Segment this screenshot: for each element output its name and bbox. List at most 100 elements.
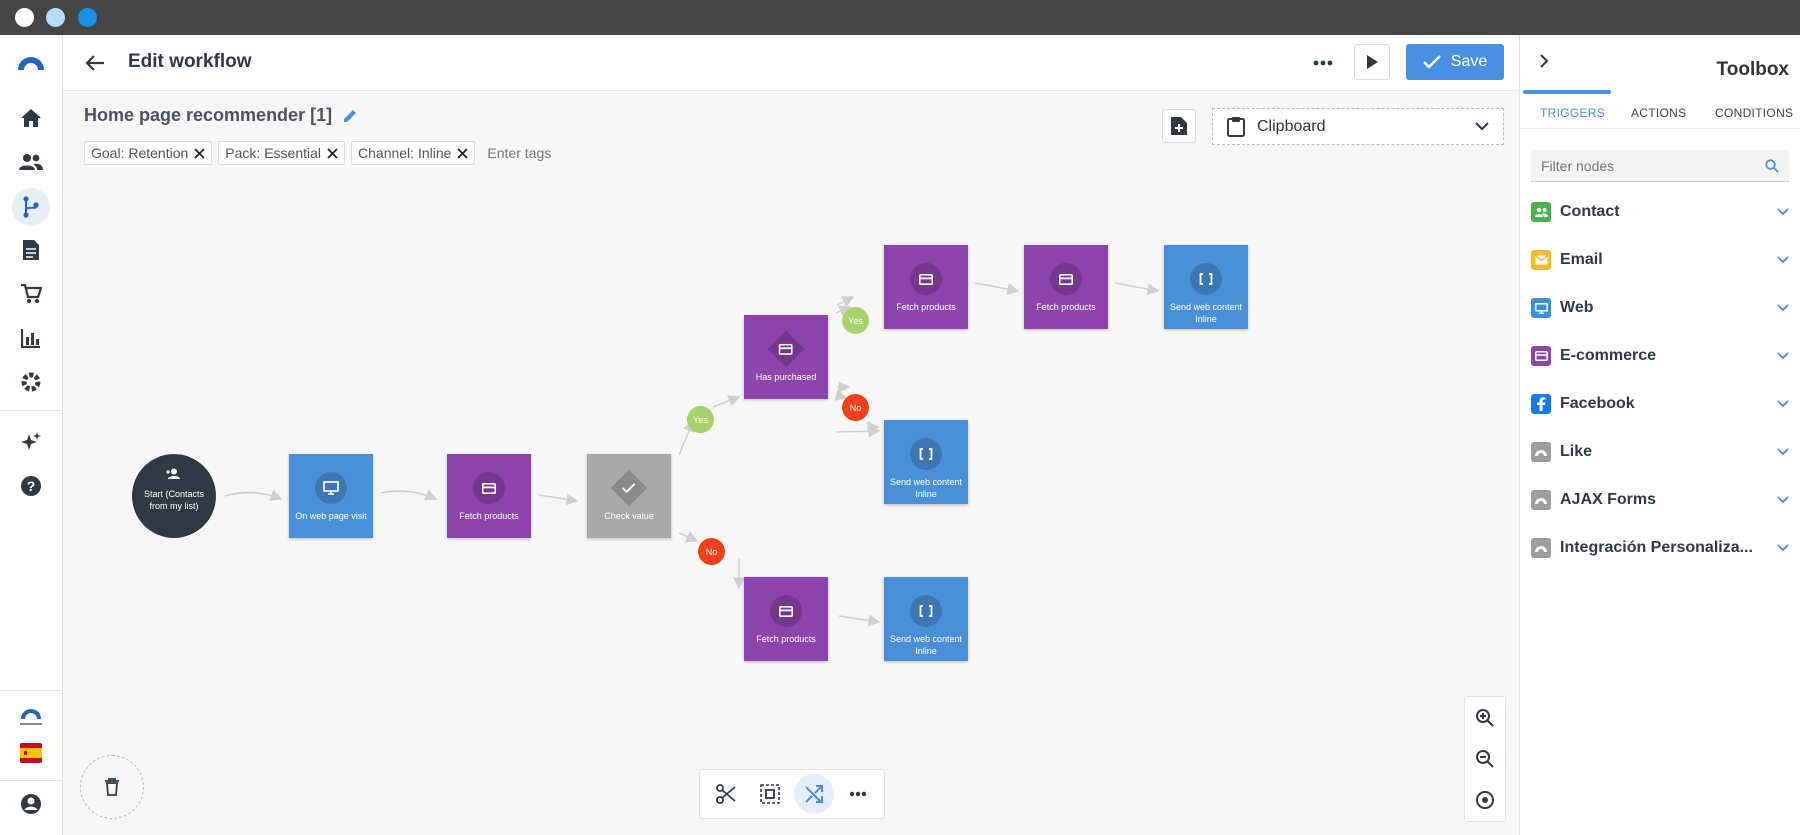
- filter-nodes-field[interactable]: [1531, 150, 1789, 182]
- facebook-icon: [1531, 394, 1551, 414]
- chevron-down-icon: [1777, 256, 1789, 264]
- branch-no-badge[interactable]: No: [842, 394, 869, 421]
- help-icon[interactable]: ?: [16, 471, 46, 501]
- chevron-down-icon: [1777, 448, 1789, 456]
- center-focus-icon[interactable]: [1465, 779, 1505, 820]
- filter-nodes-input[interactable]: [1541, 157, 1741, 174]
- window-close-dot[interactable]: [15, 8, 34, 27]
- branch-yes-badge[interactable]: Yes: [687, 406, 714, 433]
- window-minimize-dot[interactable]: [46, 8, 65, 27]
- node-fetch-products-1[interactable]: Fetch products: [447, 454, 531, 538]
- monitor-icon: [1531, 298, 1551, 318]
- workflow-canvas[interactable]: Home page recommender [1] Goal: Retentio…: [63, 91, 1519, 835]
- node-fetch-products-4[interactable]: Fetch products: [744, 577, 828, 661]
- node-send-web-content-3[interactable]: Send web content Inline: [884, 577, 968, 661]
- scissors-icon[interactable]: [706, 774, 746, 814]
- category-integracion[interactable]: Integración Personaliza...: [1531, 534, 1789, 562]
- arc-logo-icon: [1531, 490, 1551, 510]
- node-label: Fetch products: [459, 511, 519, 521]
- category-like[interactable]: Like: [1531, 438, 1789, 466]
- chevron-down-icon: [1777, 304, 1789, 312]
- card-icon: [473, 472, 505, 504]
- category-label: AJAX Forms: [1560, 491, 1657, 508]
- category-facebook[interactable]: Facebook: [1531, 390, 1789, 418]
- node-send-web-content-2[interactable]: Send web content Inline: [884, 420, 968, 504]
- delete-drop-zone[interactable]: [80, 755, 144, 819]
- sparkle-icon[interactable]: [16, 427, 46, 457]
- branch-yes-badge[interactable]: Yes: [842, 307, 869, 334]
- logo-icon[interactable]: [16, 47, 46, 77]
- tab-conditions[interactable]: CONDITIONS: [1715, 106, 1793, 120]
- card-icon: [1050, 263, 1082, 295]
- back-arrow-icon[interactable]: [77, 45, 113, 81]
- card-icon: [770, 595, 802, 627]
- cart-icon[interactable]: [16, 279, 46, 309]
- window-titlebar: [0, 0, 1800, 35]
- collapse-chevron-icon[interactable]: [1526, 43, 1562, 79]
- category-email[interactable]: Email: [1531, 246, 1789, 274]
- more-options-icon[interactable]: [1305, 45, 1341, 81]
- node-label: Fetch products: [1036, 302, 1096, 312]
- window-maximize-dot[interactable]: [78, 8, 97, 27]
- save-button-label: Save: [1450, 53, 1488, 70]
- arc-logo-icon: [1531, 538, 1551, 558]
- category-contact[interactable]: Contact: [1531, 198, 1789, 226]
- node-check-value[interactable]: Check value: [587, 454, 671, 538]
- tab-triggers[interactable]: TRIGGERS: [1540, 106, 1605, 120]
- arc-logo-icon: [1531, 442, 1551, 462]
- chevron-down-icon: [1777, 208, 1789, 216]
- card-icon: [1531, 346, 1551, 366]
- toolbox-panel: Toolbox TRIGGERS ACTIONS CONDITIONS Cont…: [1519, 35, 1800, 835]
- check-diamond-icon: [610, 469, 648, 507]
- svg-text:?: ?: [27, 478, 36, 494]
- node-label: Has purchased: [755, 372, 817, 382]
- category-ajax-forms[interactable]: AJAX Forms: [1531, 486, 1789, 514]
- node-fetch-products-2[interactable]: Fetch products: [884, 245, 968, 329]
- page-title: Edit workflow: [128, 51, 252, 72]
- node-label: Fetch products: [756, 634, 816, 644]
- node-label: On web page visit: [295, 511, 367, 521]
- zoom-out-icon[interactable]: [1465, 738, 1505, 779]
- node-has-purchased[interactable]: Has purchased: [744, 315, 828, 399]
- connectors: [224, 282, 1160, 627]
- save-button[interactable]: Save: [1406, 44, 1504, 80]
- brackets-icon: [910, 595, 942, 627]
- category-web[interactable]: Web: [1531, 294, 1789, 322]
- spain-flag-icon[interactable]: [16, 738, 46, 768]
- zoom-in-icon[interactable]: [1465, 697, 1505, 738]
- node-label: Send web content Inline: [1169, 302, 1243, 324]
- toolbox-title: Toolbox: [1716, 59, 1789, 80]
- analytics-icon[interactable]: [16, 323, 46, 353]
- node-fetch-products-3[interactable]: Fetch products: [1024, 245, 1108, 329]
- contacts-icon[interactable]: [16, 147, 46, 177]
- document-icon[interactable]: [16, 235, 46, 265]
- more-horizontal-icon[interactable]: [838, 774, 878, 814]
- tabs-divider: [1520, 128, 1800, 129]
- left-nav: ?: [0, 35, 63, 835]
- workflow-icon[interactable]: [12, 188, 50, 226]
- active-tab-indicator: [1523, 90, 1611, 94]
- search-icon[interactable]: [1765, 158, 1779, 173]
- check-icon: [1422, 55, 1441, 69]
- home-icon[interactable]: [16, 103, 46, 133]
- branch-no-badge[interactable]: No: [698, 538, 725, 565]
- auto-layout-shuffle-icon[interactable]: [794, 774, 834, 814]
- node-send-web-content-1[interactable]: Send web content Inline: [1164, 245, 1248, 329]
- node-label: Check value: [604, 511, 654, 521]
- settings-icon[interactable]: [16, 367, 46, 397]
- contacts-icon: [1531, 202, 1551, 222]
- brackets-icon: [1190, 263, 1222, 295]
- tab-actions[interactable]: ACTIONS: [1631, 106, 1686, 120]
- chevron-down-icon: [1777, 352, 1789, 360]
- add-people-icon: [166, 468, 180, 479]
- category-ecommerce[interactable]: E-commerce: [1531, 342, 1789, 370]
- select-area-icon[interactable]: [750, 774, 790, 814]
- start-node[interactable]: Start (Contacts from my list): [132, 454, 216, 538]
- category-label: Contact: [1560, 203, 1620, 220]
- nav-divider-bottom: [0, 690, 63, 691]
- account-icon[interactable]: [16, 789, 46, 819]
- run-play-icon[interactable]: [1354, 44, 1390, 80]
- category-label: E-commerce: [1560, 347, 1657, 364]
- zoom-controls: [1464, 696, 1506, 822]
- node-web-visit[interactable]: On web page visit: [289, 454, 373, 538]
